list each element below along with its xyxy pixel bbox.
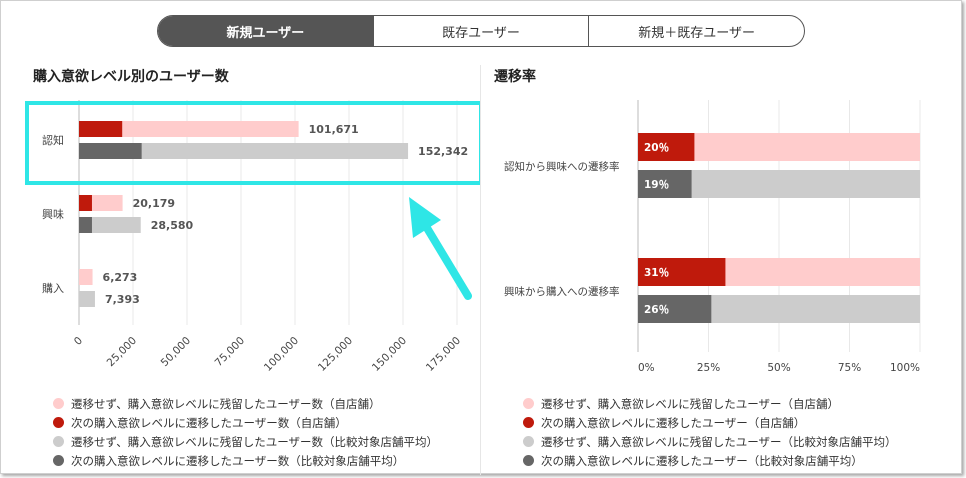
legend-swatch-icon bbox=[523, 455, 534, 466]
x-tick-label: 75% bbox=[838, 362, 861, 374]
user-count-chart: 0 25,000 50,000 75,000 100,000 125,000 150,000… bbox=[25, 100, 480, 374]
legend-label: 遷移せず、購入意欲レベルに残留したユーザー（自店舗） bbox=[541, 396, 839, 411]
category-label: 興味 bbox=[42, 208, 64, 221]
x-tick-label: 125,000 bbox=[316, 335, 355, 374]
bar-value-label: 19％ bbox=[644, 179, 669, 191]
legend-item: 次の購入意欲レベルに遷移したユーザー（自店舗） bbox=[523, 413, 896, 432]
x-tick-label: 25% bbox=[697, 362, 720, 374]
right-legend: 遷移せず、購入意欲レベルに残留したユーザー（自店舗） 次の購入意欲レベルに遷移した… bbox=[523, 394, 896, 470]
legend-swatch-icon bbox=[523, 417, 534, 428]
x-tick-label: 150,000 bbox=[370, 335, 409, 374]
bar-transitioned bbox=[79, 121, 123, 137]
legend-swatch-icon bbox=[523, 436, 534, 447]
legend-swatch-icon bbox=[53, 455, 64, 466]
bar-value-label: 20,179 bbox=[133, 197, 175, 210]
legend-item: 次の購入意欲レベルに遷移したユーザー数（比較対象店舗平均） bbox=[53, 451, 438, 470]
x-tick-label: 100,000 bbox=[262, 335, 301, 374]
x-tick-label: 50% bbox=[767, 362, 790, 374]
legend-swatch-icon bbox=[523, 398, 534, 409]
legend-label: 遷移せず、購入意欲レベルに残留したユーザー（比較対象店舗平均） bbox=[541, 434, 897, 449]
legend-swatch-icon bbox=[53, 436, 64, 447]
legend-label: 次の購入意欲レベルに遷移したユーザー数（比較対象店舗平均） bbox=[71, 453, 405, 468]
bar-value-label: 26％ bbox=[644, 304, 669, 316]
legend-item: 次の購入意欲レベルに遷移したユーザー数（自店舗） bbox=[53, 413, 438, 432]
category-label: 購入 bbox=[42, 281, 64, 295]
legend-item: 遷移せず、購入意欲レベルに残留したユーザー（自店舗） bbox=[523, 394, 896, 413]
legend-item: 次の購入意欲レベルに遷移したユーザー（比較対象店舗平均） bbox=[523, 451, 896, 470]
x-tick-label: 0 bbox=[72, 335, 85, 348]
bar-value-label: 6,273 bbox=[103, 271, 138, 284]
bar-stayed bbox=[79, 269, 93, 285]
legend-item: 遷移せず、購入意欲レベルに残留したユーザー数（自店舗） bbox=[53, 394, 438, 413]
category-label: 興味から購入への遷移率 bbox=[504, 285, 620, 298]
legend-label: 次の購入意欲レベルに遷移したユーザー数（自店舗） bbox=[71, 415, 347, 430]
bar-value-label: 7,393 bbox=[105, 293, 140, 306]
category-label: 認知から興味への遷移率 bbox=[504, 160, 620, 173]
bar-transitioned bbox=[79, 195, 92, 211]
bar-transitioned bbox=[79, 143, 142, 159]
legend-swatch-icon bbox=[53, 417, 64, 428]
bar-value-label: 28,580 bbox=[151, 219, 194, 232]
bar-stayed bbox=[79, 291, 95, 307]
category-label: 認知 bbox=[42, 133, 64, 147]
legend-swatch-icon bbox=[53, 398, 64, 409]
legend-label: 遷移せず、購入意欲レベルに残留したユーザー数（比較対象店舗平均） bbox=[71, 434, 438, 449]
bar-value-label: 31％ bbox=[644, 267, 669, 279]
legend-label: 遷移せず、購入意欲レベルに残留したユーザー数（自店舗） bbox=[71, 396, 381, 411]
bar-transitioned bbox=[79, 217, 92, 233]
x-tick-label: 75,000 bbox=[213, 335, 247, 369]
bar-value-label: 101,671 bbox=[309, 123, 359, 136]
legend-label: 次の購入意欲レベルに遷移したユーザー（比較対象店舗平均） bbox=[541, 453, 863, 468]
bar-value-label: 152,342 bbox=[418, 145, 468, 158]
bar-value-label: 20％ bbox=[644, 142, 669, 154]
transition-rate-chart: 0% 25% 50% 75% 100% 認知から興味への遷移率 20％ 19％ 興味から購入への… bbox=[504, 100, 921, 374]
legend-label: 次の購入意欲レベルに遷移したユーザー（自店舗） bbox=[541, 415, 806, 430]
x-tick-label: 175,000 bbox=[424, 335, 463, 374]
x-tick-label: 25,000 bbox=[105, 335, 139, 369]
x-tick-label: 0% bbox=[638, 362, 655, 374]
x-tick-label: 50,000 bbox=[159, 335, 193, 369]
left-legend: 遷移せず、購入意欲レベルに残留したユーザー数（自店舗） 次の購入意欲レベルに遷移し… bbox=[53, 394, 438, 470]
x-tick-label: 100% bbox=[890, 362, 920, 374]
legend-item: 遷移せず、購入意欲レベルに残留したユーザー数（比較対象店舗平均） bbox=[53, 432, 438, 451]
arrow-shaft bbox=[417, 214, 472, 300]
legend-item: 遷移せず、購入意欲レベルに残留したユーザー（比較対象店舗平均） bbox=[523, 432, 896, 451]
